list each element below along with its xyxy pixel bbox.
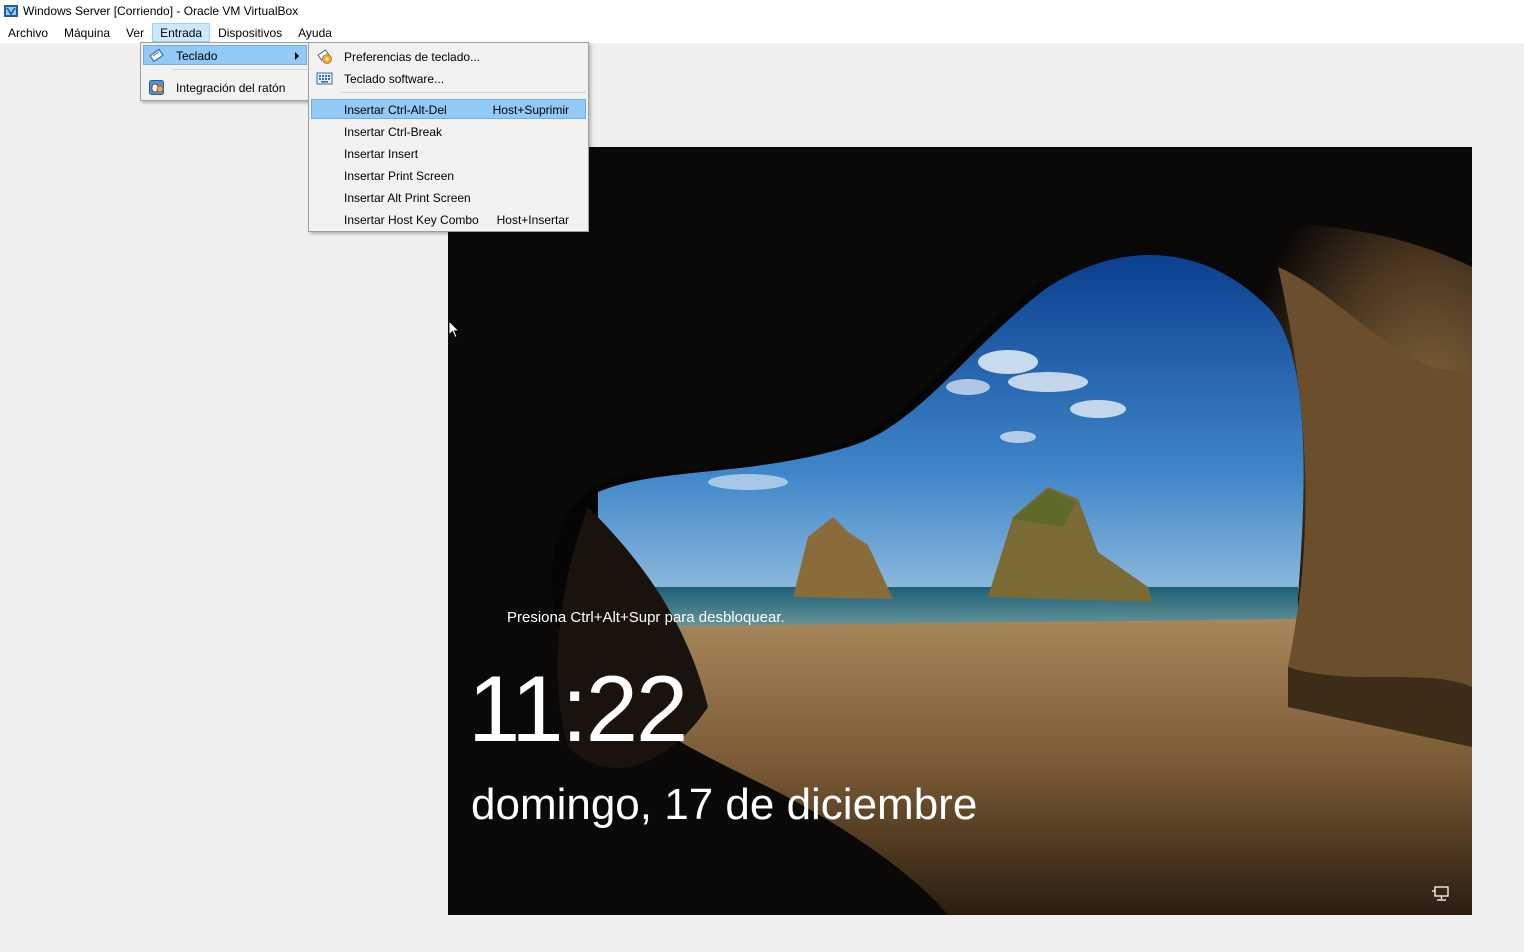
teclado-submenu: Preferencias de teclado... Teclado softw… [308,42,589,232]
menu-item-insertar-insert[interactable]: Insertar Insert [311,143,586,163]
shortcut-label: Host+Suprimir [492,103,569,117]
network-icon[interactable] [1431,886,1449,902]
menu-maquina[interactable]: Máquina [56,23,118,42]
entrada-menu: Teclado Integración del ratón [140,42,310,101]
menu-item-teclado[interactable]: Teclado [143,45,307,65]
menu-ayuda[interactable]: Ayuda [290,23,340,42]
keyboard-settings-icon [317,49,332,64]
shortcut-label: Host+Insertar [496,213,569,227]
menu-separator [341,92,586,93]
lockscreen-time: 11:22 [468,656,688,761]
vm-display[interactable]: Presiona Ctrl+Alt+Supr para desbloquear.… [448,147,1472,915]
mouse-cursor-icon [448,320,460,339]
window-titlebar: Windows Server [Corriendo] - Oracle VM V… [0,0,1524,22]
menu-item-insertar-print-screen[interactable]: Insertar Print Screen [311,165,586,185]
submenu-arrow-icon [295,52,299,60]
menu-item-insertar-host-key-combo[interactable]: Insertar Host Key Combo Host+Insertar [311,209,586,229]
mouse-integration-icon [149,80,164,95]
soft-keyboard-icon [316,72,333,85]
menu-separator [171,69,307,70]
menu-entrada[interactable]: Entrada [152,23,211,42]
unlock-prompt: Presiona Ctrl+Alt+Supr para desbloquear. [507,609,785,626]
window-title: Windows Server [Corriendo] - Oracle VM V… [23,4,299,18]
keyboard-pencil-icon [149,48,164,63]
virtualbox-icon [4,5,18,17]
menu-dispositivos[interactable]: Dispositivos [210,23,290,42]
menu-item-insertar-ctrl-break[interactable]: Insertar Ctrl-Break [311,121,586,141]
menu-item-insertar-alt-print-screen[interactable]: Insertar Alt Print Screen [311,187,586,207]
menu-item-teclado-software[interactable]: Teclado software... [311,68,586,88]
lockscreen-date: domingo, 17 de diciembre [471,780,978,829]
menu-archivo[interactable]: Archivo [0,23,56,42]
menubar: Archivo Máquina Ver Entrada Dispositivos… [0,22,1524,43]
menu-item-integracion-raton[interactable]: Integración del ratón [143,77,307,97]
menu-item-preferencias-teclado[interactable]: Preferencias de teclado... [311,46,586,66]
menu-item-insertar-ctrl-alt-del[interactable]: Insertar Ctrl-Alt-Del Host+Suprimir [311,99,586,119]
menu-ver[interactable]: Ver [118,23,152,42]
